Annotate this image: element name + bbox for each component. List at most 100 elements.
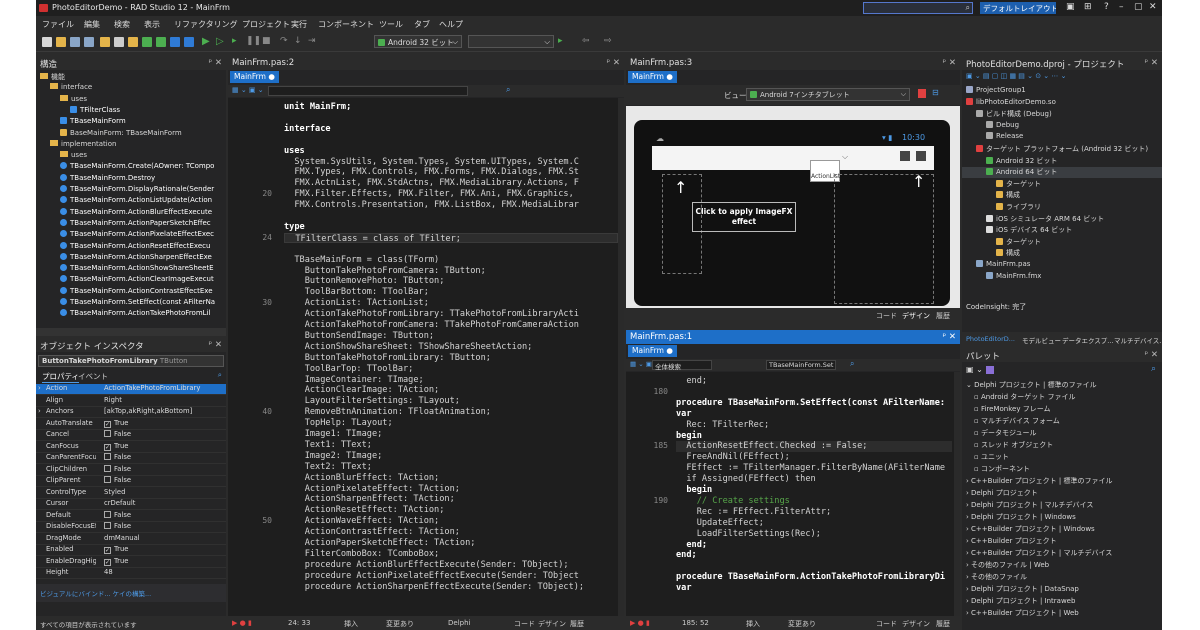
title-search-input[interactable]: ⌕ <box>863 2 973 14</box>
inspector-links[interactable]: ビジュアルにバインド... ケイの構築... <box>36 584 226 602</box>
editor2-search-icon[interactable]: ⌕ <box>850 359 854 369</box>
property-row[interactable]: › Anchors [akTop,akRight,akBottom] <box>36 407 226 419</box>
layout-tools-icon[interactable]: ⊞ <box>1084 2 1092 12</box>
layout-dropdown[interactable]: デフォルトレイアウト ▾ <box>980 2 1056 14</box>
palette-item[interactable]: ▫ FireMonkey フレーム <box>962 404 1162 415</box>
project-item[interactable]: 構成 <box>962 190 1162 201</box>
run-debug-icon[interactable]: ▸ <box>232 36 237 46</box>
project-tab[interactable]: マルチデバイス... <box>1114 335 1162 345</box>
run-icon[interactable]: ▶ <box>202 36 210 47</box>
deploy-icon[interactable]: ▸ <box>558 36 563 46</box>
palette-item[interactable]: › その他のファイル <box>962 572 1162 583</box>
designer-design-tab[interactable]: デザイン <box>902 311 930 321</box>
trace-into-icon[interactable]: ↓ <box>294 36 302 46</box>
property-value[interactable]: ✓ True <box>104 442 128 451</box>
project-item[interactable]: Android 32 ビット <box>962 156 1162 167</box>
property-value[interactable]: False <box>104 430 131 438</box>
pin-close-icons[interactable]: ᵖ ✕ <box>943 58 956 68</box>
structure-scrollbar[interactable] <box>36 328 226 336</box>
palette-item[interactable]: › C++Builder プロジェクト | マルチデバイス <box>962 548 1162 559</box>
designer-canvas[interactable]: ☁ ▾ ▮ 10:30 ⌵ ActionList ↑ Click to appl… <box>626 106 960 308</box>
project-item[interactable]: ProjectGroup1 <box>962 86 1162 97</box>
pin-close-icons[interactable]: ᵖ ✕ <box>1145 350 1158 360</box>
layout-save-icon[interactable]: ▣ <box>1066 2 1075 12</box>
top-toolbar[interactable]: ⌵ <box>652 146 934 170</box>
new-icon[interactable] <box>42 37 52 47</box>
expand-icon[interactable]: › <box>38 384 41 392</box>
editor1-code-tab[interactable]: コード <box>514 619 535 629</box>
checkbox-icon[interactable] <box>104 453 111 460</box>
palette-item[interactable]: ▫ マルチデバイス フォーム <box>962 416 1162 427</box>
structure-item[interactable]: uses <box>36 94 226 106</box>
palette-item[interactable]: ▫ ユニット <box>962 452 1162 463</box>
palette-categories-icon[interactable]: ▣ ⌄ <box>966 365 983 374</box>
view-options-icon[interactable]: ⊟ <box>932 88 939 97</box>
editor1-history-tab[interactable]: 履歴 <box>570 619 584 629</box>
structure-item[interactable]: TBaseMainForm <box>36 117 226 128</box>
close-icon[interactable]: ✕ <box>1149 2 1157 12</box>
palette-item[interactable]: › C++Builder プロジェクト | Windows <box>962 524 1162 535</box>
config-dropdown[interactable]: ⌵ <box>468 35 554 48</box>
editor2-code-tab[interactable]: コード <box>876 619 897 629</box>
view-form-icon[interactable] <box>170 37 180 47</box>
palette-search-icon[interactable]: ⌕ <box>1151 364 1156 374</box>
editor1-class-combo[interactable] <box>268 86 468 96</box>
menu-refactor[interactable]: リファクタリング <box>174 19 238 30</box>
project-tab[interactable]: データエクスプ... <box>1062 335 1114 345</box>
structure-item[interactable]: TFilterClass <box>36 105 226 117</box>
designer-code-tab[interactable]: コード <box>876 311 897 321</box>
nav-icons[interactable]: ▦ ⌄ ▣ ⌄ <box>232 86 264 94</box>
checkbox-icon[interactable] <box>104 510 111 518</box>
designer-history-tab[interactable]: 履歴 <box>936 311 950 321</box>
property-value[interactable]: ActionTakePhotoFromLibrary <box>104 384 200 392</box>
structure-item[interactable]: TBaseMainForm.ActionClearImageExecut <box>36 275 226 286</box>
palette-item[interactable]: ▫ データモジュール <box>962 428 1162 439</box>
property-row[interactable]: Height 48 <box>36 568 226 580</box>
property-row[interactable]: ClipParent False <box>36 476 226 488</box>
platform-dropdown[interactable]: Android 32 ビット ⌵ <box>374 35 462 48</box>
property-row[interactable]: Align Right <box>36 396 226 407</box>
project-item[interactable]: ターゲット プラットフォーム (Android 32 ビット) <box>962 144 1162 155</box>
property-row[interactable]: EnableDragHighlight ✓True <box>36 557 226 568</box>
palette-item[interactable]: › Delphi プロジェクト | Windows <box>962 512 1162 523</box>
property-row[interactable]: Enabled ✓ True <box>36 545 226 557</box>
property-value[interactable]: dmManual <box>104 534 140 542</box>
menu-view[interactable]: 表示 <box>144 19 160 30</box>
share-icon[interactable] <box>900 151 910 161</box>
property-value[interactable]: False <box>104 522 131 530</box>
editor2-history-tab[interactable]: 履歴 <box>936 619 950 629</box>
checkbox-icon[interactable] <box>104 522 111 529</box>
project-item[interactable]: ビルド構成 (Debug) <box>962 109 1162 120</box>
project-item[interactable]: ライブラリ <box>962 202 1162 213</box>
menu-file[interactable]: ファイル <box>42 19 74 30</box>
project-tab[interactable]: モデルビュー <box>1022 335 1061 345</box>
checkbox-icon[interactable] <box>104 476 111 483</box>
menu-project[interactable]: プロジェクト <box>242 19 290 30</box>
palette-filter-icon[interactable] <box>986 366 994 374</box>
palette-item[interactable]: ▫ Android ターゲット ファイル <box>962 392 1162 403</box>
palette-item[interactable]: › Delphi プロジェクト | DataSnap <box>962 584 1162 595</box>
device-icon[interactable] <box>918 89 926 98</box>
palette-item[interactable]: › Delphi プロジェクト <box>962 488 1162 499</box>
structure-item[interactable]: TBaseMainForm.ActionPaperSketchEffec <box>36 218 226 230</box>
property-row[interactable]: Cancel False <box>36 430 226 442</box>
editor2-method-combo[interactable]: TBaseMainForm.Set <box>766 360 836 370</box>
step-over-icon[interactable]: ↷ <box>280 36 288 46</box>
palette-item[interactable]: › C++Builder プロジェクト <box>962 536 1162 547</box>
structure-item[interactable]: TBaseMainForm.Create(AOwner: TCompo <box>36 162 226 173</box>
minimize-icon[interactable]: – <box>1119 2 1124 12</box>
menu-tabs[interactable]: タブ <box>414 19 430 30</box>
pin-close-icons[interactable]: ᵖ ✕ <box>607 58 620 68</box>
structure-item[interactable]: BaseMainForm: TBaseMainForm <box>36 128 226 140</box>
property-row[interactable]: ClipChildren False <box>36 464 226 476</box>
project-item[interactable]: ターゲット <box>962 237 1162 248</box>
palette-item[interactable]: › Delphi プロジェクト | マルチデバイス <box>962 500 1162 511</box>
editor1-scrollbar[interactable] <box>618 98 624 616</box>
editor2-code[interactable]: end; 180 procedure TBaseMainForm.SetEffect… <box>626 372 960 616</box>
palette-item[interactable]: ⌄ Delphi プロジェクト | 標準のファイル <box>962 380 1162 391</box>
editor2-scope-combo[interactable]: 全体検索 <box>652 360 712 371</box>
property-value[interactable]: 48 <box>104 568 113 576</box>
property-value[interactable]: False <box>104 453 131 461</box>
property-value[interactable]: Right <box>104 396 122 404</box>
view-dropdown[interactable]: Android 7インチタブレット ⌵ <box>746 88 910 101</box>
